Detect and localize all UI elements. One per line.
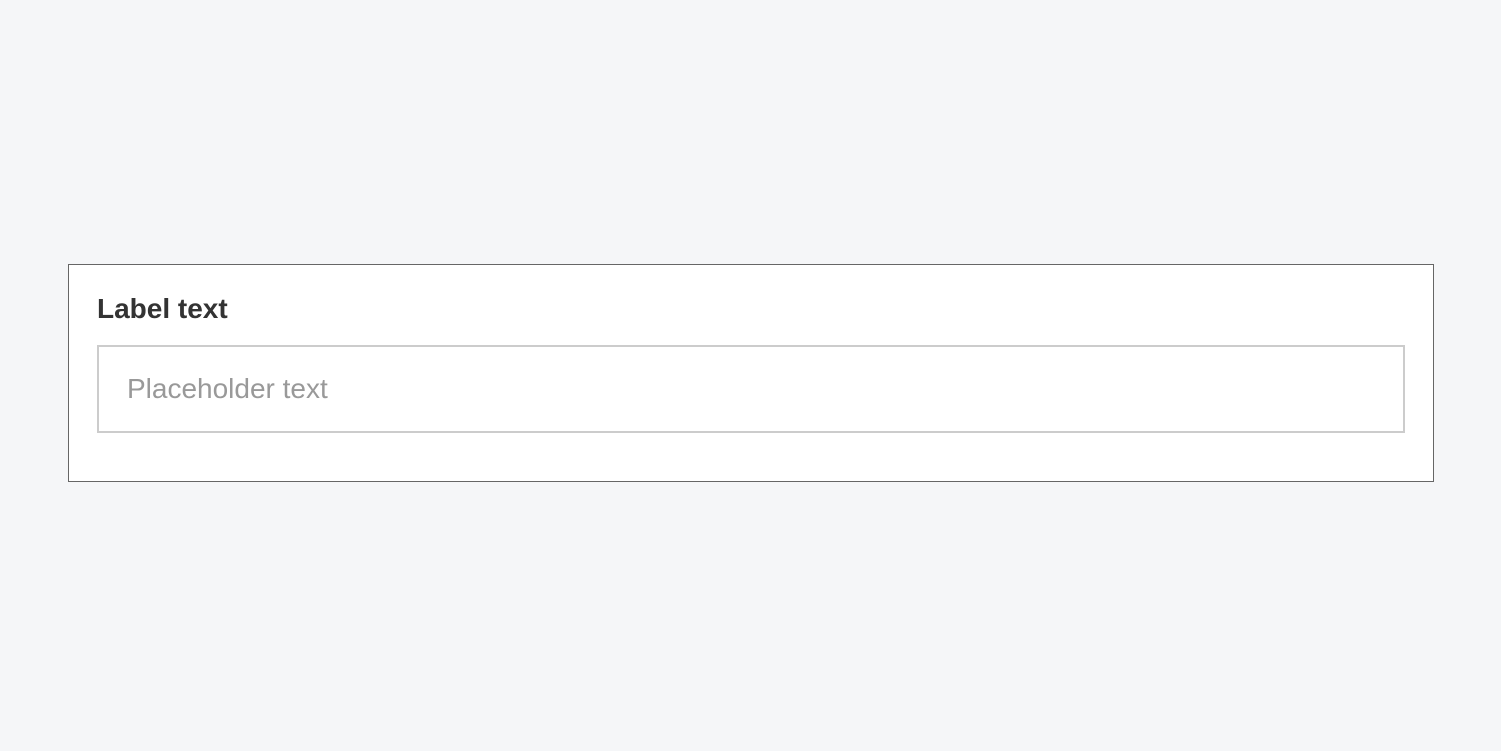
text-input[interactable] (97, 345, 1405, 433)
form-label: Label text (97, 293, 1405, 325)
form-field-container: Label text (68, 264, 1434, 482)
